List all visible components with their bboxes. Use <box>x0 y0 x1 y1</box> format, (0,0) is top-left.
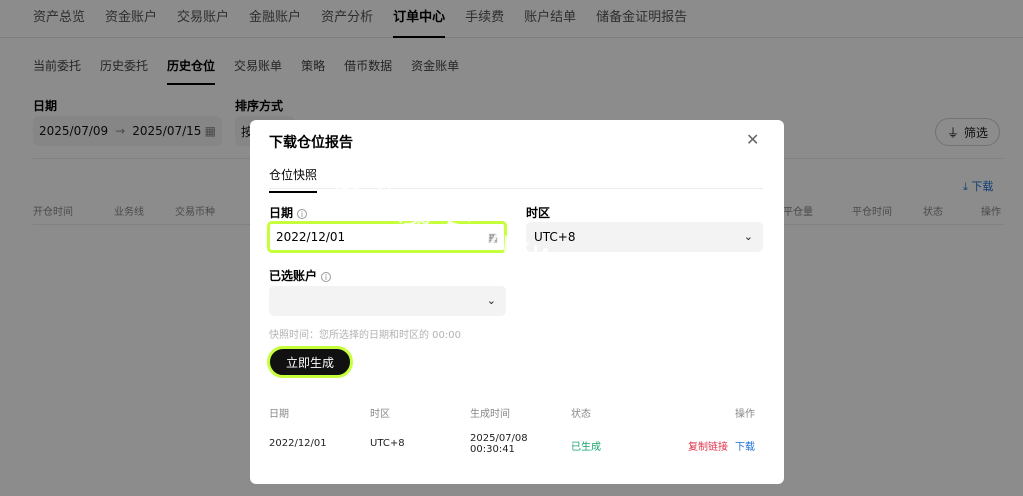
date-value: 2022/12/01 <box>276 230 346 244</box>
row-generated-time: 00:30:41 <box>470 444 515 455</box>
generate-now-button[interactable]: 立即生成 <box>267 346 353 378</box>
row-date: 2022/12/01 <box>269 438 327 449</box>
info-icon[interactable]: i <box>297 208 308 219</box>
account-label-text: 已选账户 <box>269 269 318 283</box>
modal-col-status: 状态 <box>571 409 591 420</box>
row-download-button[interactable]: 下载 <box>735 438 755 453</box>
modal-col-timezone: 时区 <box>370 409 390 420</box>
chevron-down-icon: ⌄ <box>486 294 496 307</box>
modal-col-date: 日期 <box>269 409 289 420</box>
date-label: 日期 i <box>269 204 308 221</box>
row-generated-date: 2025/07/08 <box>470 433 528 444</box>
close-icon[interactable]: ✕ <box>746 130 759 149</box>
row-status: 已生成 <box>571 442 601 453</box>
snapshot-hint: 快照时间：您所选择的日期和时区的 00:00 <box>269 330 461 341</box>
row-timezone: UTC+8 <box>370 438 405 449</box>
account-label: 已选账户 i <box>269 267 332 284</box>
modal-col-generated-time: 生成时间 <box>470 409 510 420</box>
modal-title: 下载仓位报告 <box>269 135 353 151</box>
info-icon[interactable]: i <box>321 271 332 282</box>
timezone-label: 时区 <box>526 206 551 220</box>
modal-col-actions: 操作 <box>735 409 755 420</box>
copy-link-button[interactable]: 复制链接 <box>688 438 728 453</box>
account-select[interactable]: ⌄ <box>269 286 506 316</box>
date-label-text: 日期 <box>269 206 294 220</box>
chevron-down-icon: ⌄ <box>743 230 753 243</box>
